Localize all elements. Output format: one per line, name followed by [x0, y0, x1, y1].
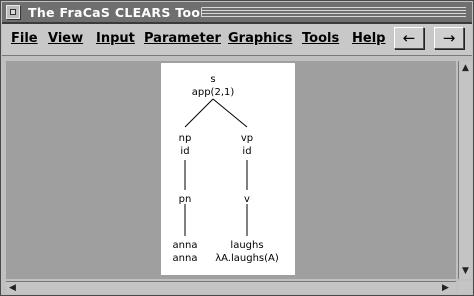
scrollbar-corner: [458, 281, 472, 294]
title-bar[interactable]: The FraCaS CLEARS Tool: [2, 2, 472, 24]
menu-parameter[interactable]: Parameter: [144, 31, 221, 46]
leaf-laughs-semantics: λA.laughs(A): [215, 253, 279, 264]
menu-file[interactable]: File: [11, 31, 38, 46]
node-s-rule: app(2,1): [191, 87, 235, 98]
node-vp-rule: id: [242, 146, 252, 157]
title-bar-stripes: [202, 7, 466, 18]
node-np-rule: id: [180, 146, 190, 157]
edge-s-np: [184, 98, 214, 128]
node-s-category: s: [210, 74, 216, 85]
leaf-anna-semantics: anna: [172, 253, 198, 264]
scroll-up-icon[interactable]: ▲: [462, 63, 469, 73]
menu-graphics[interactable]: Graphics: [228, 31, 292, 46]
clears-window: The FraCaS CLEARS Tool File View Input P…: [0, 0, 474, 296]
scroll-left-icon[interactable]: ◀: [9, 283, 16, 293]
back-button[interactable]: ←: [394, 27, 424, 49]
leaf-laughs-word: laughs: [230, 240, 264, 251]
horizontal-scrollbar[interactable]: ◀ ▶: [6, 281, 456, 294]
scroll-right-icon[interactable]: ▶: [442, 283, 449, 293]
node-vp-category: vp: [240, 133, 254, 144]
node-v-category: v: [244, 194, 250, 205]
forward-button[interactable]: →: [434, 27, 464, 49]
leaf-anna-word: anna: [172, 240, 198, 251]
node-pn-category: pn: [178, 194, 192, 205]
menu-help[interactable]: Help: [352, 31, 385, 46]
window-menu-icon[interactable]: [6, 5, 20, 19]
menu-tools[interactable]: Tools: [302, 31, 339, 46]
vertical-scrollbar[interactable]: ▲ ▼: [458, 61, 472, 279]
scroll-down-icon[interactable]: ▼: [462, 266, 469, 276]
parse-tree: s app(2,1) np id vp id pn v anna anna la…: [161, 63, 295, 275]
menu-input[interactable]: Input: [96, 31, 135, 46]
node-np-category: np: [178, 133, 192, 144]
menu-bar: File View Input Parameter Graphics Tools…: [2, 24, 472, 56]
window-title: The FraCaS CLEARS Tool: [28, 5, 205, 20]
edge-s-vp: [212, 98, 248, 128]
menu-view[interactable]: View: [48, 31, 83, 46]
